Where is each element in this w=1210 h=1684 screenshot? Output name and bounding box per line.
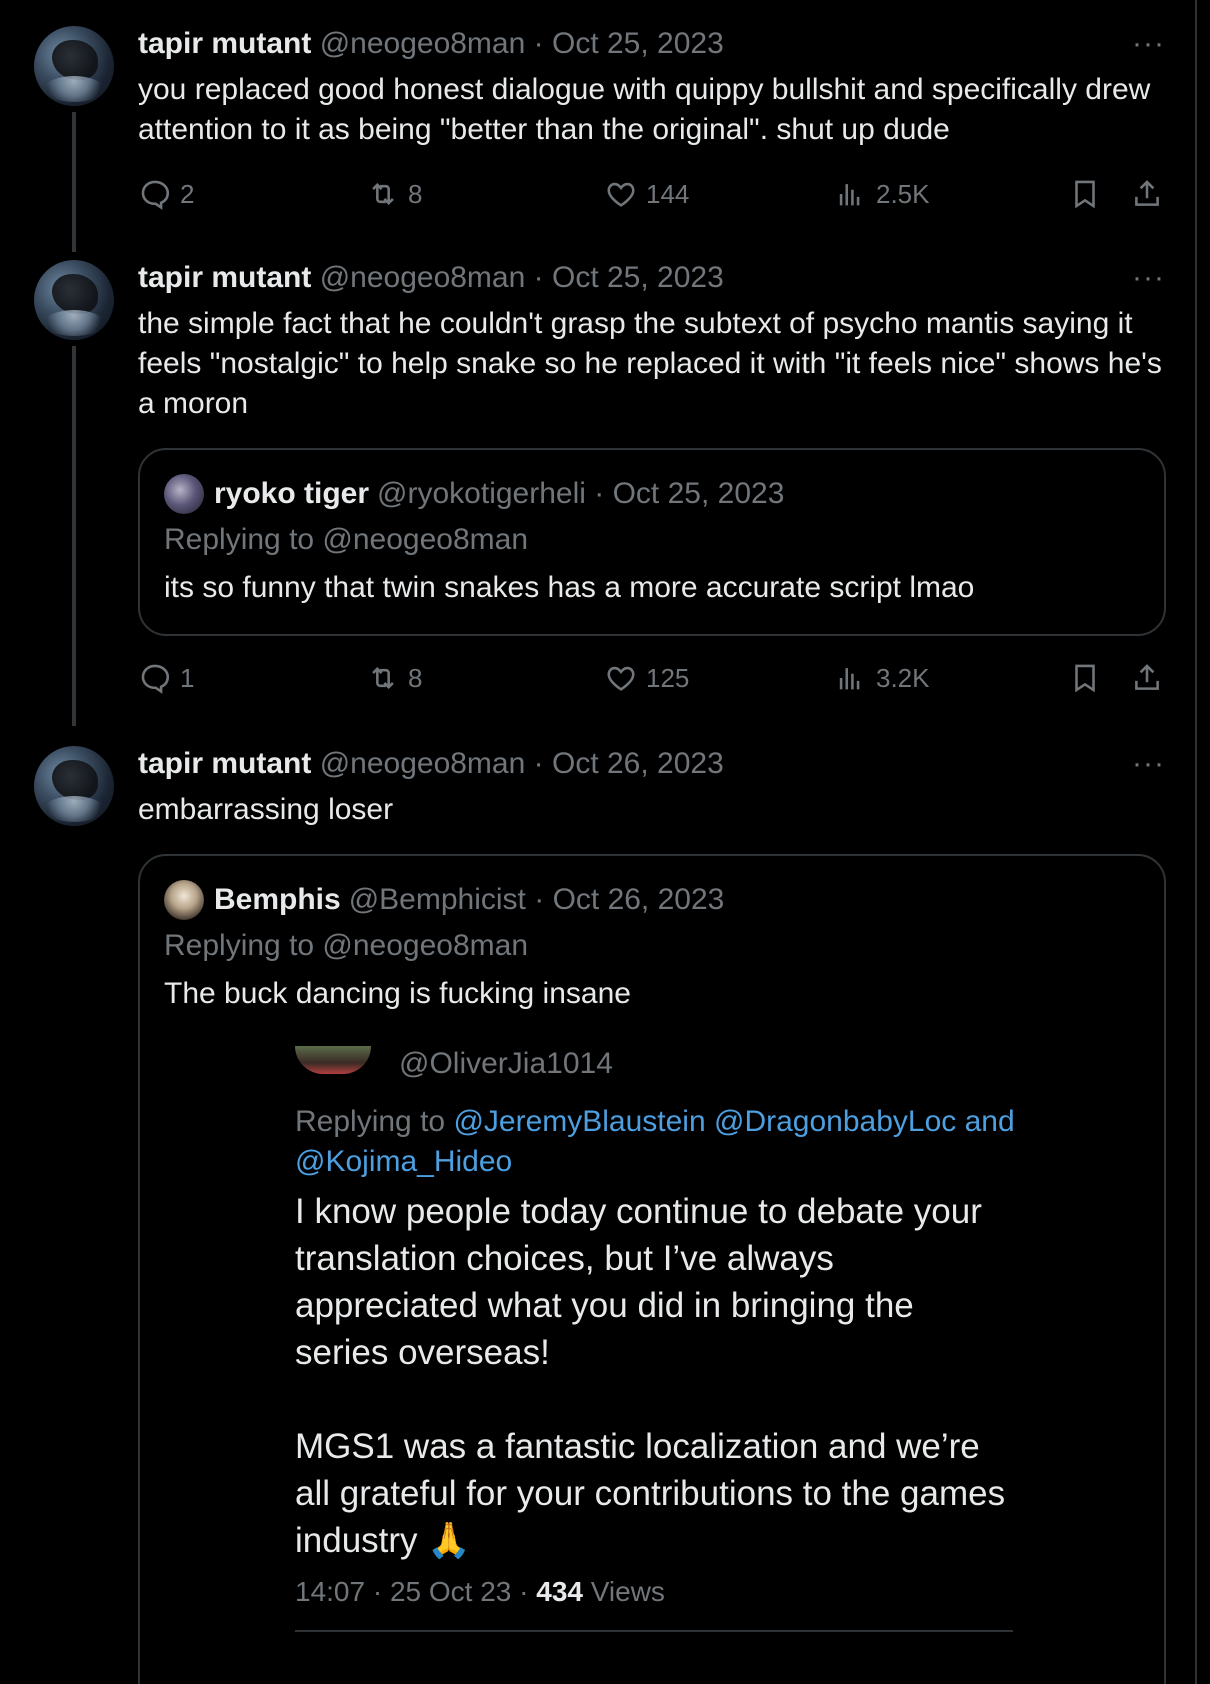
- action-bar: 2 8 144 2.5K: [138, 174, 1178, 214]
- repost-count: 8: [408, 178, 423, 209]
- quote-header: ryoko tiger @ryokotigerheli · Oct 25, 20…: [164, 474, 784, 514]
- reply-count: 2: [180, 178, 195, 209]
- reply-icon: [138, 661, 180, 695]
- replying-to[interactable]: Replying to @neogeo8man: [164, 522, 528, 558]
- tweet[interactable]: tapir mutant @neogeo8man · Oct 25, 2023 …: [0, 234, 1197, 704]
- views-button[interactable]: 2.5K: [834, 174, 930, 214]
- like-count: 125: [646, 662, 690, 693]
- share-button[interactable]: [1130, 658, 1172, 698]
- views-button[interactable]: 3.2K: [834, 658, 930, 698]
- bookmark-icon: [1068, 177, 1110, 211]
- quoted-tweet[interactable]: ryoko tiger @ryokotigerheli · Oct 25, 20…: [138, 448, 1166, 636]
- author-handle[interactable]: @neogeo8man: [320, 747, 526, 780]
- repost-button[interactable]: 8: [366, 658, 422, 698]
- more-options-icon[interactable]: ···: [1132, 749, 1165, 779]
- avatar[interactable]: [164, 474, 204, 514]
- tweet-header: tapir mutant @neogeo8man · Oct 26, 2023: [138, 746, 724, 782]
- bookmark-icon: [1068, 661, 1110, 695]
- author-name[interactable]: Bemphis: [214, 882, 341, 918]
- views-icon: [834, 661, 876, 695]
- author-handle[interactable]: @neogeo8man: [320, 27, 526, 60]
- bookmark-button[interactable]: [1068, 174, 1110, 214]
- separator: ·: [585, 477, 613, 510]
- tweet[interactable]: tapir mutant @neogeo8man · Oct 26, 2023 …: [0, 720, 1197, 1684]
- replying-to[interactable]: Replying to @neogeo8man: [164, 928, 528, 964]
- like-button[interactable]: 144: [604, 174, 689, 214]
- avatar[interactable]: [34, 260, 114, 340]
- quote-text: The buck dancing is fucking insane: [164, 977, 631, 1010]
- author-name[interactable]: tapir mutant: [138, 27, 311, 60]
- divider: [295, 1630, 1013, 1632]
- bookmark-button[interactable]: [1068, 658, 1110, 698]
- share-button[interactable]: [1130, 174, 1172, 214]
- author-name[interactable]: tapir mutant: [138, 261, 311, 294]
- share-icon: [1130, 177, 1172, 211]
- repost-button[interactable]: 8: [366, 174, 422, 214]
- avatar[interactable]: [34, 746, 114, 826]
- view-count: 434: [536, 1576, 583, 1607]
- repost-count: 8: [408, 662, 423, 693]
- repost-icon: [366, 661, 408, 695]
- author-name[interactable]: ryoko tiger: [214, 476, 369, 512]
- action-bar: 1 8 125 3.2K: [138, 658, 1178, 698]
- replying-label: Replying to: [295, 1105, 446, 1138]
- views-icon: [834, 177, 876, 211]
- tweet-date[interactable]: Oct 25, 2023: [552, 261, 724, 294]
- avatar[interactable]: [34, 26, 114, 106]
- share-icon: [1130, 661, 1172, 695]
- tweet-date[interactable]: Oct 25, 2023: [552, 27, 724, 60]
- repost-icon: [366, 177, 408, 211]
- separator: ·: [533, 27, 544, 60]
- views-label: Views: [590, 1576, 665, 1607]
- author-handle[interactable]: @neogeo8man: [320, 261, 526, 294]
- paragraph: I know people today continue to debate y…: [295, 1192, 982, 1372]
- timestamp: 14:07 · 25 Oct 23 ·: [295, 1576, 529, 1607]
- avatar: [295, 1046, 371, 1074]
- replying-to: Replying to @JeremyBlaustein @Dragonbaby…: [295, 1102, 1015, 1182]
- author-handle: @OliverJia1014: [399, 1047, 613, 1080]
- timestamp-line: 14:07 · 25 Oct 23 · 434 Views: [295, 1574, 665, 1610]
- quote-header: Bemphis @Bemphicist · Oct 26, 2023: [164, 880, 724, 920]
- separator: ·: [533, 747, 544, 780]
- tweet-date[interactable]: Oct 26, 2023: [552, 747, 724, 780]
- views-count: 2.5K: [876, 178, 930, 209]
- reply-button[interactable]: 2: [138, 174, 194, 214]
- more-options-icon[interactable]: ···: [1132, 29, 1165, 59]
- like-count: 144: [646, 178, 690, 209]
- embedded-screenshot: @OliverJia1014 Replying to @JeremyBlaust…: [295, 1046, 1015, 1666]
- author-handle[interactable]: @Bemphicist: [349, 882, 526, 918]
- quote-text: its so funny that twin snakes has a more…: [164, 571, 975, 604]
- more-options-icon[interactable]: ···: [1132, 263, 1165, 293]
- tweet-text: you replaced good honest dialogue with q…: [138, 73, 1151, 146]
- tweet-date[interactable]: Oct 25, 2023: [613, 476, 785, 512]
- separator: ·: [533, 261, 544, 294]
- tweet-header: tapir mutant @neogeo8man · Oct 25, 2023: [138, 26, 724, 62]
- tweet-text: embarrassing loser: [138, 793, 394, 826]
- paragraph: MGS1 was a fantastic localization and we…: [295, 1427, 1006, 1560]
- separator: ·: [525, 883, 553, 916]
- like-button[interactable]: 125: [604, 658, 689, 698]
- author-handle[interactable]: @ryokotigerheli: [377, 476, 586, 512]
- tweet-text: the simple fact that he couldn't grasp t…: [138, 307, 1162, 420]
- reply-count: 1: [180, 662, 195, 693]
- reply-icon: [138, 177, 180, 211]
- views-count: 3.2K: [876, 662, 930, 693]
- embedded-text: I know people today continue to debate y…: [295, 1188, 1015, 1564]
- tweet-date[interactable]: Oct 26, 2023: [553, 882, 725, 918]
- tweet[interactable]: tapir mutant @neogeo8man · Oct 25, 2023 …: [0, 0, 1197, 240]
- tweet-header: tapir mutant @neogeo8man · Oct 25, 2023: [138, 260, 724, 296]
- author-name[interactable]: tapir mutant: [138, 747, 311, 780]
- skull-avatar[interactable]: [164, 880, 204, 920]
- heart-icon: [604, 661, 646, 695]
- heart-icon: [604, 177, 646, 211]
- reply-button[interactable]: 1: [138, 658, 194, 698]
